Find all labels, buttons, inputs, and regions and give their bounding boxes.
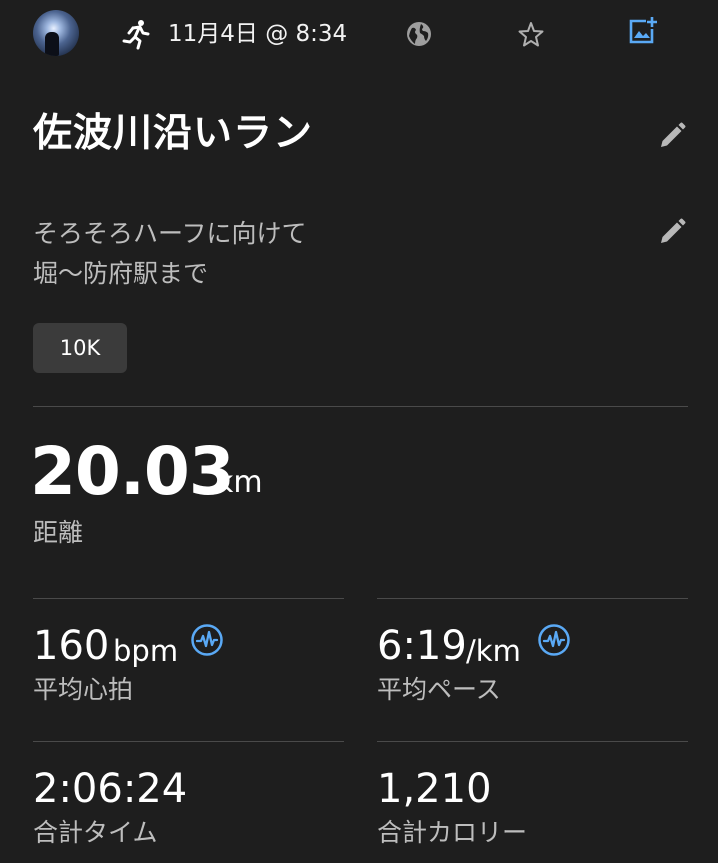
divider	[33, 741, 344, 742]
distance-label: 距離	[33, 518, 84, 547]
activity-title: 佐波川沿いラン	[33, 111, 314, 156]
avg-heart-rate-value: 160	[33, 623, 110, 669]
star-icon[interactable]	[516, 19, 546, 49]
distance-unit: km	[216, 465, 263, 500]
avg-heart-rate-unit: bpm	[113, 634, 179, 668]
divider	[33, 598, 344, 599]
total-calories-value: 1,210	[377, 766, 492, 812]
activity-date-time: 11月4日 @ 8:34	[168, 21, 348, 47]
avatar-silhouette	[45, 32, 59, 56]
divider	[377, 598, 688, 599]
divider	[33, 406, 688, 407]
edit-description-pencil-icon[interactable]	[656, 216, 688, 248]
avg-pace-label: 平均ペース	[377, 675, 501, 704]
edit-title-pencil-icon[interactable]	[656, 120, 688, 152]
avg-pace-value: 6:19	[377, 623, 467, 669]
running-icon	[122, 20, 150, 50]
workout-tag[interactable]: 10K	[33, 323, 127, 373]
heart-rate-icon[interactable]	[190, 623, 224, 657]
heart-rate-icon[interactable]	[537, 623, 571, 657]
avg-heart-rate-label: 平均心拍	[33, 675, 134, 704]
total-calories-label: 合計カロリー	[377, 818, 528, 847]
total-time-value: 2:06:24	[33, 766, 188, 812]
activity-description: そろそろハーフに向けて 堀〜防府駅まで	[33, 214, 307, 294]
distance-value: 20.03	[30, 433, 235, 510]
globe-icon[interactable]	[404, 19, 434, 49]
divider	[377, 741, 688, 742]
user-avatar[interactable]	[33, 10, 79, 56]
description-line: 堀〜防府駅まで	[33, 259, 209, 288]
avg-pace-unit: /km	[466, 634, 521, 668]
add-photo-icon[interactable]	[626, 15, 658, 47]
description-line: そろそろハーフに向けて	[33, 219, 307, 248]
total-time-label: 合計タイム	[33, 818, 158, 847]
